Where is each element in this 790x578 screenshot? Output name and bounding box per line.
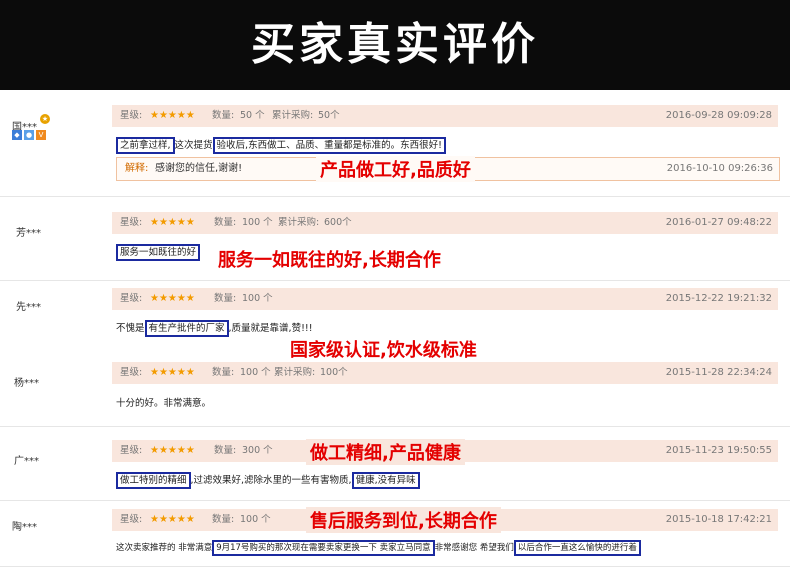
quantity-value: 50 个 (240, 110, 265, 121)
star-rating-icon: ★★★★★ (150, 110, 195, 121)
cumulative-value: 50个 (318, 110, 340, 121)
review-date: 2015-11-23 19:50:55 (665, 445, 772, 456)
highlight-box: 之前拿过样, (116, 137, 175, 154)
reply-text: 感谢您的信任,谢谢! (155, 163, 243, 174)
member-icon: ● (24, 130, 34, 140)
annotation-note: 国家级认证,饮水级标准 (290, 340, 477, 361)
review-header: 星级: ★★★★★ 数量: 100 个 累计采购: 600个 2016-01-2… (112, 212, 778, 234)
divider (0, 500, 790, 501)
reviewer-name: 广*** (14, 456, 39, 467)
highlight-box: 服务一如既往的好 (116, 244, 201, 261)
divider (0, 280, 790, 281)
review-header: 星级: ★★★★★ 数量: 100 个 累计采购: 100个 2015-11-2… (112, 362, 778, 384)
review-content: 十分的好。非常满意。 (116, 398, 212, 409)
reviewer-name: 先*** (16, 302, 41, 313)
annotation-note: 售后服务到位,长期合作 (306, 507, 501, 533)
reply-date: 2016-10-10 09:26:36 (666, 163, 773, 174)
reviewer-name: 陶*** (12, 522, 37, 533)
cumulative-label: 累计采购: (272, 110, 314, 121)
review-date: 2015-11-28 22:34:24 (665, 367, 772, 378)
highlight-box: 9月17号购买的那次现在需要卖家更换一下 卖家立马同意 (212, 540, 435, 556)
highlight-box: 以后合作一直这么愉快的进行着 (513, 540, 641, 556)
annotation-note: 产品做工好,品质好 (316, 156, 475, 182)
reviewer-name: 芳*** (16, 228, 41, 239)
quantity-value: 100 个 (240, 367, 271, 378)
annotation-note: 做工精细,产品健康 (306, 439, 465, 465)
highlight-box: 做工特别的精细 (116, 472, 191, 489)
highlight-box: 健康,没有异味 (351, 472, 420, 489)
review-header: 星级: ★★★★★ 数量: 50 个 累计采购: 50个 2016-09-28 … (112, 105, 778, 127)
highlight-box: 有生产批件的厂家 (144, 320, 229, 337)
review-date: 2015-10-18 17:42:21 (665, 514, 772, 525)
star-rating-icon: ★★★★★ (150, 367, 195, 378)
quantity-value: 300 个 (242, 445, 273, 456)
star-rating-icon: ★★★★★ (150, 217, 195, 228)
divider (0, 566, 790, 567)
star-rating-icon: ★★★★★ (150, 293, 195, 304)
review-content: 不愧是 有生产批件的厂家 ,质量就是靠谱,赞!!! (116, 320, 313, 337)
divider (0, 426, 790, 427)
quantity-value: 100 个 (242, 293, 273, 304)
banner-title: 买家真实评价 (251, 19, 539, 70)
cumulative-value: 100个 (320, 367, 348, 378)
highlight-box: 验收后,东西做工、品质、重量都是标准的。东西很好! (212, 137, 446, 154)
medal-icon: ★ (40, 114, 50, 124)
star-rating-icon: ★★★★★ (150, 514, 195, 525)
review-content: 做工特别的精细 ,过滤效果好,滤除水里的一些有害物质, 健康,没有异味 (116, 472, 420, 489)
review-content: 服务一如既往的好 (116, 244, 201, 261)
divider (0, 196, 790, 197)
reviewer-name: 杨*** (14, 378, 39, 389)
reply-label: 解释: (125, 163, 149, 174)
cumulative-value: 600个 (324, 217, 352, 228)
review-header: 星级: ★★★★★ 数量: 100 个 2015-12-22 19:21:32 (112, 288, 778, 310)
shield-icon: ◆ (12, 130, 22, 140)
rating-label: 星级: (120, 110, 143, 121)
quantity-value: 100 个 (242, 217, 273, 228)
star-rating-icon: ★★★★★ (150, 445, 195, 456)
annotation-note: 服务一如既往的好,长期合作 (218, 250, 441, 271)
quantity-label: 数量: (212, 110, 235, 121)
review-content: 这次卖家推荐的 非常满意 9月17号购买的那次现在需要卖家更换一下 卖家立马同意非… (116, 540, 641, 556)
review-date: 2016-09-28 09:09:28 (665, 110, 772, 121)
quantity-value: 100 个 (240, 514, 271, 525)
review-date: 2016-01-27 09:48:22 (665, 217, 772, 228)
review-content: 之前拿过样, 这次提货 验收后,东西做工、品质、重量都是标准的。东西很好! (116, 137, 446, 154)
review-date: 2015-12-22 19:21:32 (665, 293, 772, 304)
vip-icon: V (36, 130, 46, 140)
